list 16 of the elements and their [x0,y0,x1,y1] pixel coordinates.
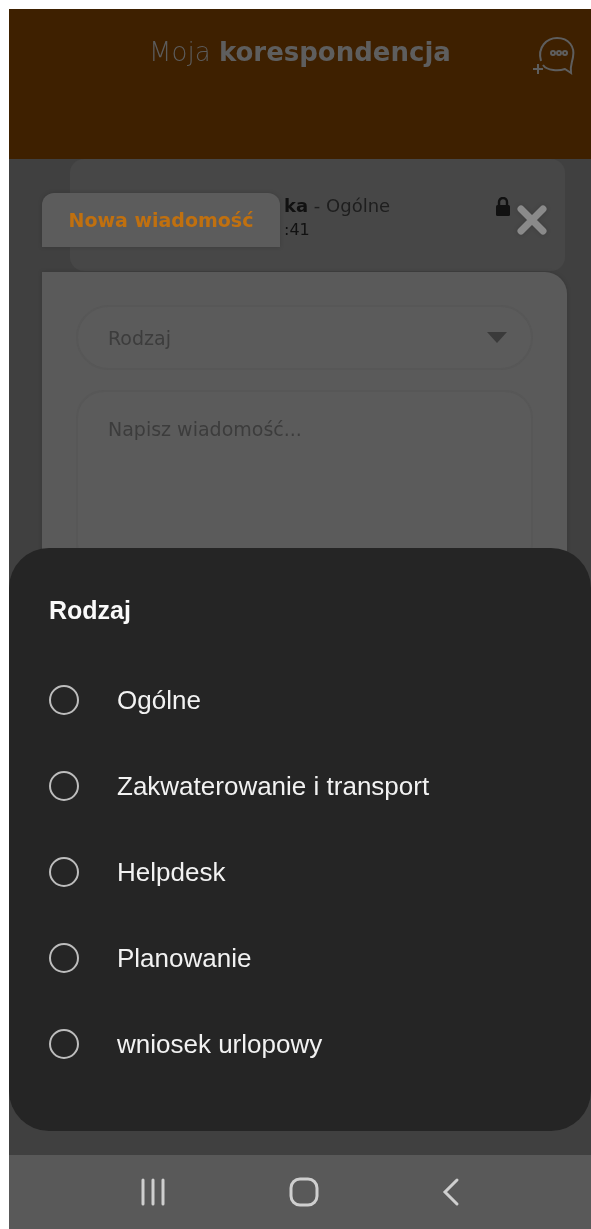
radio-button[interactable] [49,943,79,973]
lock-icon [495,197,511,217]
caret-icon [487,332,507,344]
option-label[interactable]: Planowanie [117,942,252,974]
sheet-title: Rodzaj [49,596,132,625]
page-title: Moja korespondencja [149,37,451,67]
radio-button[interactable] [49,1029,79,1059]
radio-button[interactable] [49,857,79,887]
radio-button[interactable] [49,771,79,801]
option-label[interactable]: Ogólne [117,684,201,716]
option-label[interactable]: wniosek urlopowy [117,1028,323,1060]
option-label[interactable]: Zakwaterowanie i transport [117,770,430,802]
dialog-title: Nowa wiadomość [42,193,280,247]
option-label[interactable]: Helpdesk [117,856,226,888]
radio-button[interactable] [49,685,79,715]
close-icon[interactable] [517,205,547,235]
